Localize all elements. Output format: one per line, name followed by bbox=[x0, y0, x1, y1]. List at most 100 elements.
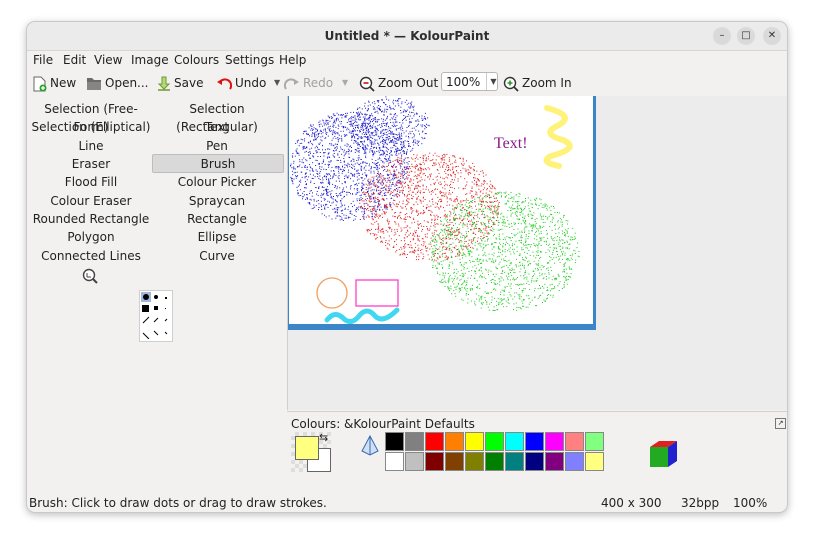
tool-flood-fill[interactable]: Flood Fill bbox=[27, 173, 155, 191]
brush-options bbox=[139, 290, 173, 342]
palette-swatch[interactable] bbox=[585, 452, 604, 471]
canvas-resize-bottom[interactable] bbox=[288, 328, 596, 330]
tool-rounded-rectangle[interactable]: Rounded Rectangle bbox=[27, 210, 155, 228]
zoom-out-button[interactable]: Zoom Out bbox=[359, 74, 438, 92]
palette-swatch[interactable] bbox=[445, 432, 464, 451]
new-label: New bbox=[50, 76, 77, 90]
palette-swatch[interactable] bbox=[545, 452, 564, 471]
tool-text[interactable]: Text bbox=[153, 118, 281, 136]
tool-colour-picker[interactable]: Colour Picker bbox=[153, 173, 281, 191]
palette-swatch[interactable] bbox=[465, 452, 484, 471]
magenta-rectangle bbox=[355, 279, 399, 307]
folder-icon bbox=[87, 78, 101, 90]
tool-brush[interactable]: Brush bbox=[152, 154, 284, 173]
transparent-cone-icon[interactable] bbox=[360, 435, 380, 457]
maximize-button[interactable]: □ bbox=[737, 27, 755, 45]
open-button[interactable]: Open... bbox=[86, 74, 149, 92]
tool-spraycan[interactable]: Spraycan bbox=[153, 192, 281, 210]
zoom-tool-icon[interactable] bbox=[82, 268, 99, 285]
redo-icon bbox=[284, 77, 299, 90]
open-label: Open... bbox=[105, 76, 149, 90]
redo-button[interactable]: Redo bbox=[284, 74, 333, 92]
tool-polygon[interactable]: Polygon bbox=[27, 228, 155, 246]
tool-selection-elliptical[interactable]: Selection (Elliptical) bbox=[27, 118, 155, 136]
orange-circle bbox=[316, 277, 348, 309]
minimize-button[interactable]: – bbox=[713, 27, 731, 45]
undo-button[interactable]: Undo bbox=[216, 74, 266, 92]
palette-swatch[interactable] bbox=[525, 432, 544, 451]
menu-settings[interactable]: Settings bbox=[225, 53, 274, 67]
save-button[interactable]: Save bbox=[157, 74, 203, 92]
tool-selection-free-form[interactable]: Selection (Free-Form) bbox=[27, 100, 155, 134]
palette-swatch[interactable] bbox=[405, 432, 424, 451]
tool-ellipse[interactable]: Ellipse bbox=[153, 228, 281, 246]
palette-swatch[interactable] bbox=[585, 432, 604, 451]
status-bar: Brush: Click to draw dots or drag to dra… bbox=[27, 494, 787, 512]
menu-colours[interactable]: Colours bbox=[174, 53, 219, 67]
save-arrow-icon bbox=[157, 76, 171, 91]
drawing-canvas[interactable]: Text! bbox=[289, 96, 593, 324]
canvas-drawing: Text! bbox=[290, 96, 580, 324]
tool-pen[interactable]: Pen bbox=[153, 137, 281, 155]
zoom-in-icon bbox=[503, 76, 519, 92]
brush-square-medium[interactable] bbox=[154, 306, 158, 310]
title-bar[interactable]: Untitled * — KolourPaint – □ ✕ bbox=[27, 22, 787, 51]
colour-depth: 32bpp bbox=[681, 496, 720, 510]
palette-swatch[interactable] bbox=[505, 432, 524, 451]
new-button[interactable]: New bbox=[32, 74, 76, 92]
palette-swatch[interactable] bbox=[405, 452, 424, 471]
colour-cube-icon[interactable] bbox=[647, 438, 681, 470]
brush-dot-large bbox=[143, 294, 149, 300]
palette-swatch[interactable] bbox=[545, 432, 564, 451]
swap-colours-icon[interactable]: ⇆ bbox=[319, 432, 328, 443]
menu-image[interactable]: Image bbox=[131, 53, 169, 67]
tool-rectangle[interactable]: Rectangle bbox=[153, 210, 281, 228]
palette-swatch[interactable] bbox=[565, 452, 584, 471]
undo-icon bbox=[217, 77, 232, 90]
palette-swatch[interactable] bbox=[425, 452, 444, 471]
brush-square-small[interactable] bbox=[165, 308, 166, 309]
brush-dot-medium[interactable] bbox=[154, 295, 158, 299]
status-zoom: 100% bbox=[733, 496, 768, 510]
canvas-area[interactable]: Text! bbox=[287, 96, 787, 410]
colour-well: ⇆ bbox=[291, 432, 331, 472]
new-file-icon bbox=[33, 76, 47, 91]
zoom-dropdown-icon[interactable]: ▼ bbox=[486, 73, 500, 90]
menu-edit[interactable]: Edit bbox=[63, 53, 86, 67]
tool-eraser[interactable]: Eraser bbox=[27, 155, 155, 173]
brush-slash-options[interactable] bbox=[140, 315, 172, 339]
palette-swatch[interactable] bbox=[485, 432, 504, 451]
undo-dropdown[interactable]: ▼ bbox=[274, 74, 280, 92]
palette-swatch[interactable] bbox=[445, 452, 464, 471]
palette-swatch[interactable] bbox=[565, 432, 584, 451]
cyan-wave bbox=[324, 307, 400, 324]
brush-dot-small[interactable] bbox=[165, 297, 167, 299]
tool-selection-rectangular[interactable]: Selection (Rectangular) bbox=[153, 100, 281, 134]
kolourpaint-window: Untitled * — KolourPaint – □ ✕ File Edit… bbox=[26, 21, 788, 513]
menu-bar: File Edit View Image Colours Settings He… bbox=[27, 50, 787, 70]
float-panel-icon[interactable]: ↗ bbox=[775, 418, 786, 429]
redo-dropdown[interactable]: ▼ bbox=[342, 74, 348, 92]
tool-line[interactable]: Line bbox=[27, 137, 155, 155]
menu-file[interactable]: File bbox=[33, 53, 53, 67]
palette-swatch[interactable] bbox=[505, 452, 524, 471]
tool-colour-eraser[interactable]: Colour Eraser bbox=[27, 192, 155, 210]
palette-swatch[interactable] bbox=[485, 452, 504, 471]
palette-swatch[interactable] bbox=[465, 432, 484, 451]
zoom-out-label: Zoom Out bbox=[378, 76, 439, 90]
menu-view[interactable]: View bbox=[94, 53, 122, 67]
menu-help[interactable]: Help bbox=[279, 53, 306, 67]
zoom-out-icon bbox=[359, 76, 375, 92]
palette-swatch[interactable] bbox=[425, 432, 444, 451]
zoom-in-label: Zoom In bbox=[522, 76, 572, 90]
brush-square-large[interactable] bbox=[142, 305, 149, 312]
foreground-colour[interactable] bbox=[295, 436, 319, 460]
zoom-in-button[interactable]: Zoom In bbox=[503, 74, 572, 92]
tool-curve[interactable]: Curve bbox=[153, 247, 281, 265]
close-button[interactable]: ✕ bbox=[763, 27, 781, 45]
palette-swatch[interactable] bbox=[385, 432, 404, 451]
red-spray bbox=[359, 152, 500, 262]
palette-swatch[interactable] bbox=[525, 452, 544, 471]
tool-connected-lines[interactable]: Connected Lines bbox=[27, 247, 155, 265]
palette-swatch[interactable] bbox=[385, 452, 404, 471]
